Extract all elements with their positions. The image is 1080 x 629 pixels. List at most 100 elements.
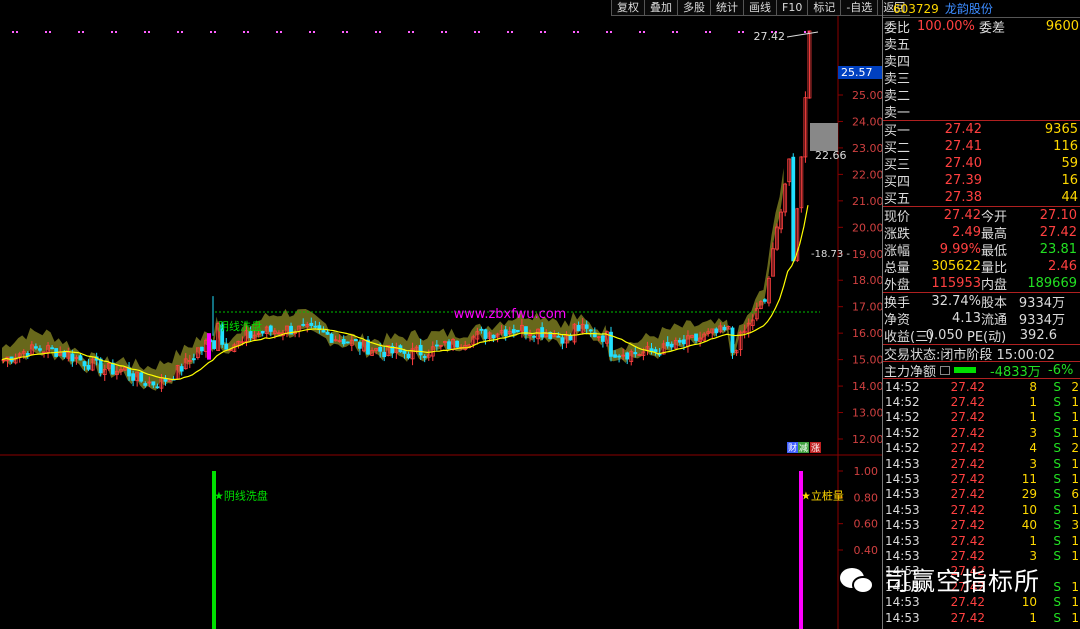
signal-dot: [247, 31, 249, 33]
fund-value-1: 32.74%: [931, 294, 981, 309]
tick-vol: 10: [1021, 502, 1037, 517]
quote-value-2: 2.46: [1048, 259, 1077, 274]
badge-finance: 财: [788, 442, 797, 454]
flow-icon: [940, 365, 951, 375]
buy-row: 买一 27.42 9365: [883, 121, 1080, 139]
toolbar-button-2[interactable]: 多股: [677, 0, 710, 16]
signal-dot: [507, 31, 509, 33]
buy-row: 买三 27.40 59: [883, 155, 1080, 173]
candle-body: [163, 378, 168, 382]
buy-vol: 16: [1061, 173, 1078, 188]
quote-row: 涨幅 9.99% 最低 23.81: [883, 241, 1080, 259]
candle-body: [179, 366, 184, 372]
tick-vol: 1: [1029, 410, 1037, 425]
weicha-value: 9600: [1045, 19, 1079, 34]
peak-price-label: 27.42: [754, 30, 786, 43]
tick-price: 27.42: [950, 533, 985, 548]
candle-body: [268, 325, 273, 332]
signal-dot: [610, 31, 612, 33]
tick-price: 27.42: [950, 472, 985, 487]
candle-body: [434, 344, 439, 347]
tick-time: 14:53: [885, 502, 920, 517]
trade-status-row: 交易状态: 闭市阶段 15:00:02: [883, 344, 1080, 363]
sell-row: 卖三: [883, 69, 1080, 87]
candle-body: [70, 353, 75, 362]
price-box: [810, 123, 838, 151]
signal-dot: [643, 31, 645, 33]
tick-count: 1: [1071, 502, 1079, 517]
toolbar-button-3[interactable]: 统计: [710, 0, 743, 16]
candle-body: [677, 340, 682, 343]
candle-body: [313, 325, 318, 328]
tick-count: 2: [1071, 441, 1079, 456]
buy-price: 27.38: [944, 190, 982, 205]
buy-row: 买二 27.41 116: [883, 138, 1080, 156]
tick-time: 14:52: [885, 425, 920, 440]
stock-code: 603729: [893, 1, 939, 16]
candle-body: [86, 365, 91, 370]
tick-price: 27.42: [950, 548, 985, 563]
candle-body: [625, 352, 630, 360]
signal-dot: [511, 31, 513, 33]
tick-count: 3: [1071, 518, 1079, 533]
tick-side: S: [1053, 487, 1061, 502]
fund-row: 净资 4.13 流通 9334万: [883, 310, 1080, 328]
toolbar-button-6[interactable]: 标记: [807, 0, 841, 16]
candle-body: [38, 348, 42, 351]
tick-side: S: [1053, 456, 1061, 471]
signal-dot: [280, 31, 282, 33]
tick-count: 6: [1071, 487, 1079, 502]
candle-body: [50, 347, 54, 350]
tick-vol: 3: [1029, 425, 1037, 440]
candle-body: [151, 381, 156, 386]
quote-label-1: 外盘: [884, 278, 911, 293]
sell-row: 卖二: [883, 86, 1080, 104]
fund-value-1: 0.050: [925, 328, 963, 343]
candle-body: [617, 355, 621, 358]
candle-body: [143, 383, 148, 386]
candle-body: [341, 339, 346, 345]
quote-value-2: 23.81: [1039, 242, 1077, 257]
tick-side: S: [1053, 595, 1061, 610]
candle-body: [588, 329, 593, 332]
kline-chart-area[interactable]: 25.00 24.00 23.00 22.00 21.00 20.00 19.00 18.00…: [0, 16, 882, 629]
tick-row: 14:53 27.42 1 S 1: [883, 533, 1080, 548]
buy-vol: 9365: [1044, 122, 1078, 137]
buy-vol: 116: [1053, 139, 1078, 154]
quote-label-2: 内盘: [981, 278, 1008, 293]
price-axis-label: 15.00: [852, 354, 882, 367]
tick-side: S: [1053, 472, 1061, 487]
candle-body: [556, 335, 561, 338]
signal-dot: [82, 31, 84, 33]
price-axis-label: 24.00: [852, 115, 882, 128]
wechat-icon: [838, 564, 876, 596]
kline-svg[interactable]: 25.00 24.00 23.00 22.00 21.00 20.00 19.00 18.00…: [0, 16, 882, 629]
candle-body: [212, 340, 217, 349]
tick-count: 1: [1071, 456, 1079, 471]
toolbar-button-5[interactable]: F10: [776, 0, 808, 16]
signal-candle: [207, 333, 211, 360]
candle-body: [576, 325, 581, 332]
sell-orders: 卖五 卖四 卖三 卖二 卖一: [883, 35, 1080, 121]
toolbar-button-0[interactable]: 复权: [611, 0, 644, 16]
signal-dot: [478, 31, 480, 33]
stock-header: 603729 龙韵股份: [883, 0, 1080, 18]
candle-body: [406, 353, 411, 359]
tick-vol: 40: [1021, 518, 1037, 533]
candle-body: [633, 352, 638, 355]
signal-dot: [445, 31, 447, 33]
candle-body: [321, 330, 326, 333]
candle-body: [62, 351, 67, 358]
toolbar-button-1[interactable]: 叠加: [644, 0, 677, 16]
flow-bar: [954, 367, 977, 373]
badge-reduce: 减: [799, 442, 808, 454]
toolbar-button-7[interactable]: -自选: [840, 0, 878, 16]
signal-dot: [111, 31, 113, 33]
quote-value-1: 115953: [931, 276, 981, 291]
price-axis-label: 19.00: [852, 248, 882, 261]
candle-body: [511, 329, 516, 334]
buy-price: 27.40: [944, 156, 982, 171]
tick-price: 27.42: [950, 456, 985, 471]
toolbar-button-4[interactable]: 画线: [743, 0, 776, 16]
candle-body: [224, 343, 229, 350]
